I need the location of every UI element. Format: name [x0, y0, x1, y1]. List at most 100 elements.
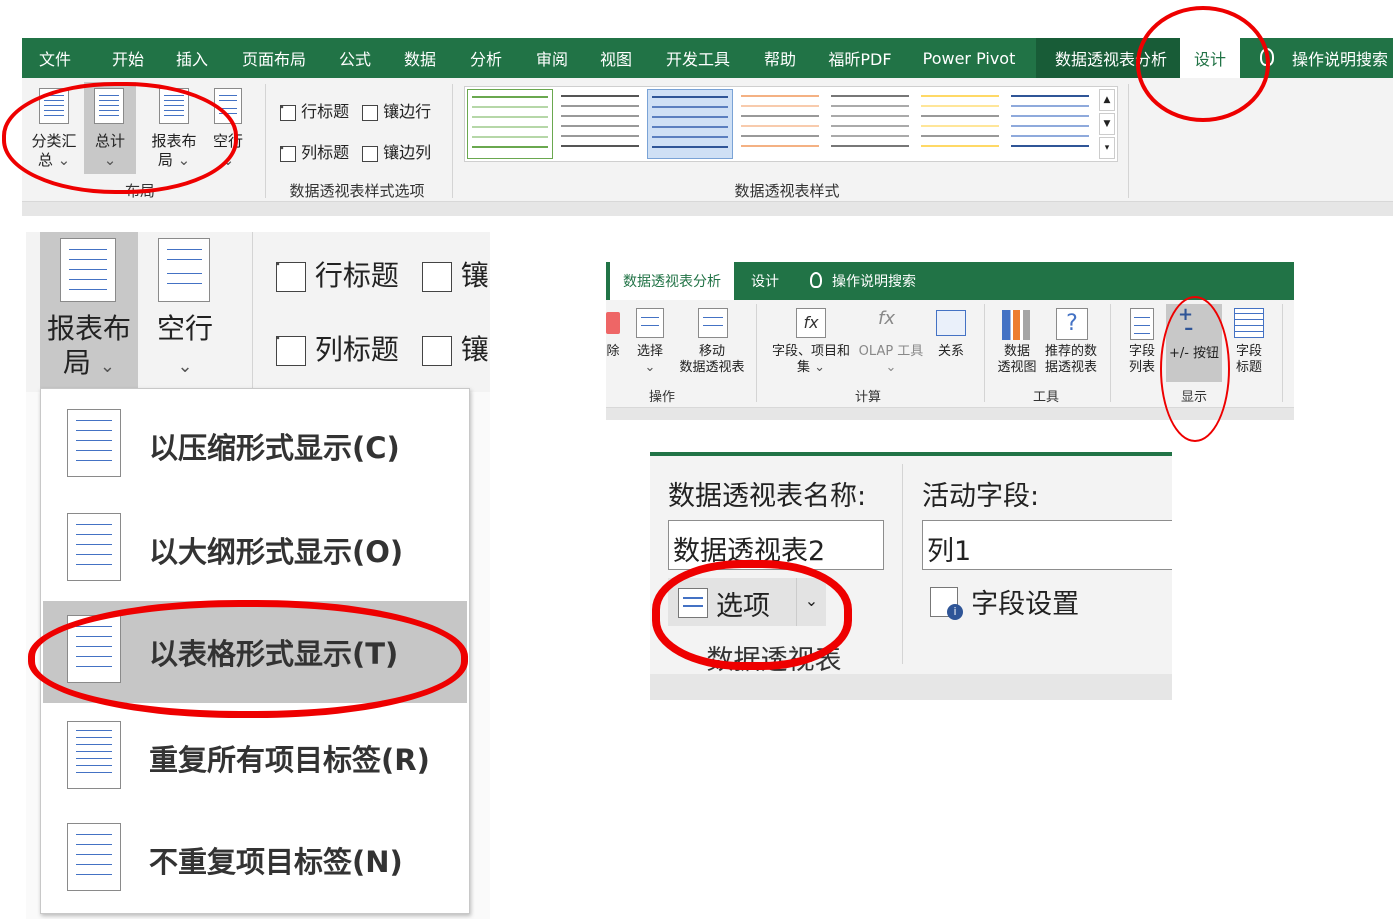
field-settings-label: 字段设置 [971, 589, 1080, 620]
tell-me-search[interactable]: 操作说明搜索 [1292, 38, 1392, 78]
style-options-group-label: 数据透视表样式选项 [289, 182, 425, 200]
tab-insert[interactable]: 插入 [166, 38, 218, 78]
move-label: 移动 数据透视表 [679, 344, 745, 376]
tab-data[interactable]: 数据 [394, 38, 446, 78]
lightbulb-icon [810, 272, 822, 288]
tab-developer[interactable]: 开发工具 [658, 38, 738, 78]
checked-box-icon [276, 262, 306, 292]
style-swatch-yellow[interactable] [917, 89, 1003, 159]
styles-group-label: 数据透视表样式 [734, 182, 840, 200]
style-gallery: ▲ ▼ ▾ [464, 86, 1118, 162]
group-separator [756, 304, 757, 402]
panel-bottom-strip [650, 674, 1172, 700]
tools-group-label: 工具 [1032, 390, 1059, 405]
zoom-report-layout-button[interactable]: 报表布局 ⌄ [40, 232, 138, 388]
unchecked-box-icon [421, 262, 452, 292]
tab-view[interactable]: 视图 [590, 38, 642, 78]
tab-formulas[interactable]: 公式 [330, 38, 380, 78]
highlight-options-button [652, 560, 852, 670]
repeat-labels-icon [67, 721, 121, 789]
relationships-icon [936, 310, 966, 336]
highlight-plus-minus [1160, 296, 1230, 442]
highlight-layout-group [2, 82, 238, 194]
olap-icon: fx [878, 308, 895, 329]
tab-home[interactable]: 开始 [102, 38, 154, 78]
zoom-column-headers-label: 列标题 [314, 333, 399, 366]
olap-label: OLAP 工具 ⌄ [858, 344, 924, 376]
tab-file[interactable]: 文件 [22, 38, 88, 78]
gallery-scroll-down[interactable]: ▼ [1099, 113, 1115, 135]
style-swatch-blue-selected[interactable] [647, 89, 733, 159]
highlight-design-tab [1136, 6, 1270, 122]
menu-item-outline[interactable]: 以大纲形式显示(O) [43, 499, 467, 601]
style-swatch-plain[interactable] [827, 89, 913, 159]
column-headers-label: 列标题 [301, 143, 350, 162]
pivotchart-icon [1002, 310, 1030, 340]
compact-form-icon [67, 409, 121, 477]
tab-power-pivot[interactable]: Power Pivot [918, 38, 1020, 78]
banded-rows-checkbox[interactable]: 镶边行 [362, 98, 431, 122]
tab-design[interactable]: 设计 [740, 262, 790, 300]
zoom-row-headers-label: 行标题 [314, 259, 399, 292]
tab-foxit-pdf[interactable]: 福昕PDF [820, 38, 900, 78]
highlight-tabular-option [28, 600, 468, 718]
calc-group-label: 计算 [854, 390, 881, 405]
column-headers-checkbox[interactable]: 列标题 [280, 139, 349, 163]
menu-item-repeat-labels[interactable]: 重复所有项目标签(R) [43, 707, 467, 809]
zoom-report-layout-label: 报表布局 ⌄ [46, 312, 131, 379]
group-separator [265, 84, 266, 198]
move-icon [698, 308, 728, 338]
blank-rows-icon [158, 238, 210, 302]
tab-analyze[interactable]: 分析 [460, 38, 512, 78]
banded-columns-label: 镶边列 [383, 143, 432, 162]
zoom-row-headers-checkbox[interactable]: 行标题 镶 [276, 254, 489, 294]
zoom-column-headers-checkbox[interactable]: 列标题 镶 [276, 328, 489, 368]
group-separator [1128, 84, 1129, 198]
field-settings-button[interactable]: i 字段设置 [930, 582, 1079, 621]
unchecked-box-icon [362, 145, 378, 162]
unchecked-box-icon [362, 104, 378, 121]
group-separator [252, 232, 253, 392]
menu-item-label: 以大纲形式显示(O) [149, 535, 404, 569]
gallery-expand[interactable]: ▾ [1099, 137, 1115, 159]
menu-item-label: 不重复项目标签(N) [149, 845, 403, 879]
menu-item-compact[interactable]: 以压缩形式显示(C) [43, 395, 467, 497]
group-separator [984, 304, 985, 402]
unchecked-box-icon [421, 336, 452, 366]
gallery-scroll-up[interactable]: ▲ [1099, 89, 1115, 111]
checked-box-icon [280, 104, 296, 121]
actions-group-label: 操作 [648, 390, 675, 405]
zoom-blank-rows-label: 空行 ⌄ [156, 312, 213, 377]
group-separator [452, 84, 453, 198]
pivotchart-label: 数据 透视图 [997, 344, 1037, 376]
menu-item-label: 以压缩形式显示(C) [149, 431, 400, 465]
no-repeat-labels-icon [67, 823, 121, 891]
row-headers-label: 行标题 [301, 102, 350, 121]
tab-pivottable-analyze[interactable]: 数据透视表分析 [610, 262, 734, 300]
style-swatch-navy[interactable] [1007, 89, 1093, 159]
banded-columns-checkbox[interactable]: 镶边列 [362, 139, 431, 163]
tab-review[interactable]: 审阅 [526, 38, 578, 78]
field-headers-label: 字段 标题 [1235, 344, 1262, 376]
eraser-icon [606, 312, 620, 334]
recommended-label: 推荐的数 据透视表 [1044, 344, 1097, 376]
field-headers-icon [1234, 308, 1264, 338]
row-headers-checkbox[interactable]: 行标题 [280, 98, 349, 122]
tab-page-layout[interactable]: 页面布局 [234, 38, 314, 78]
active-field-input[interactable]: 列1 [922, 520, 1172, 570]
chevron-down-icon: ⌄ [99, 355, 115, 377]
select-label: 选择 ⌄ [636, 344, 663, 376]
style-swatch-orange[interactable] [737, 89, 823, 159]
style-swatch-gray[interactable] [557, 89, 643, 159]
green-top-border [650, 452, 1172, 456]
tab-help[interactable]: 帮助 [754, 38, 806, 78]
clear-button[interactable]: 除 [606, 344, 620, 360]
menu-item-no-repeat-labels[interactable]: 不重复项目标签(N) [43, 809, 467, 911]
chevron-down-icon: ⌄ [644, 360, 656, 376]
tell-me-search[interactable]: 操作说明搜索 [832, 262, 932, 300]
style-swatch-green[interactable] [467, 89, 553, 159]
active-field-label: 活动字段: [922, 481, 1040, 512]
chevron-down-icon: ⌄ [177, 355, 193, 377]
group-separator [1110, 304, 1111, 402]
chevron-down-icon: ⌄ [885, 360, 897, 376]
